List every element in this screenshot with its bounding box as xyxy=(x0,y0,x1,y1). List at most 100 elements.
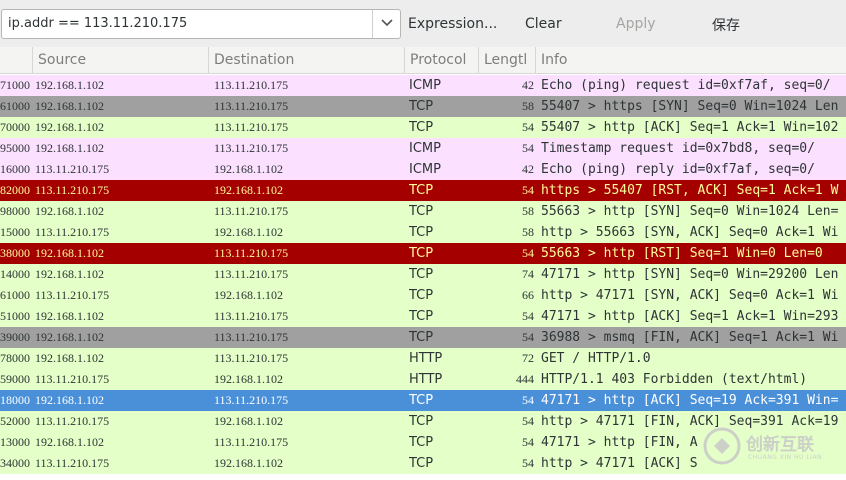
packet-row[interactable]: 61000 113.11.210.175 192.168.1.102 TCP 66 htt… xyxy=(0,285,846,306)
packet-destination-cell: 192.168.1.102 xyxy=(214,288,283,302)
packet-time-cell: 71000 xyxy=(0,78,30,92)
packet-row[interactable]: 59000 113.11.210.175 192.168.1.102 HTTP 444 H… xyxy=(0,369,846,390)
packet-source-cell: 192.168.1.102 xyxy=(35,351,104,365)
packet-destination-cell: 113.11.210.175 xyxy=(214,99,289,113)
packet-row[interactable]: 13000 192.168.1.102 113.11.210.175 TCP 54 471… xyxy=(0,432,846,453)
packet-time-cell: 82000 xyxy=(0,183,30,197)
packet-destination-cell: 192.168.1.102 xyxy=(214,372,283,386)
packet-row[interactable]: 39000 192.168.1.102 113.11.210.175 TCP 54 369… xyxy=(0,327,846,348)
packet-info-cell: 36988 > msmq [FIN, ACK] Seq=1 Ack=1 Wi xyxy=(541,330,839,345)
packet-info-cell: http > 47171 [SYN, ACK] Seq=0 Ack=1 Wi xyxy=(541,288,839,303)
expression-button[interactable]: Expression... xyxy=(408,16,497,32)
packet-destination-cell: 192.168.1.102 xyxy=(214,414,283,428)
packet-protocol-cell: TCP xyxy=(409,246,434,261)
chevron-down-icon xyxy=(381,19,393,27)
packet-time-cell: 78000 xyxy=(0,351,30,365)
packet-length-cell: 54 xyxy=(522,414,534,428)
packet-source-cell: 192.168.1.102 xyxy=(35,141,104,155)
packet-protocol-cell: TCP xyxy=(409,99,434,114)
packet-row[interactable]: 61000 192.168.1.102 113.11.210.175 TCP 58 554… xyxy=(0,96,846,117)
packet-protocol-cell: TCP xyxy=(409,393,434,408)
packet-info-cell: http > 47171 [ACK] S xyxy=(541,456,698,471)
packet-row[interactable]: 18000 192.168.1.102 113.11.210.175 TCP 54 471… xyxy=(0,390,846,411)
packet-row[interactable]: 51000 192.168.1.102 113.11.210.175 TCP 54 471… xyxy=(0,306,846,327)
packet-row[interactable]: 15000 113.11.210.175 192.168.1.102 TCP 58 htt… xyxy=(0,222,846,243)
packet-destination-cell: 113.11.210.175 xyxy=(214,309,289,323)
packet-time-cell: 95000 xyxy=(0,141,30,155)
packet-info-cell: http > 47171 [FIN, ACK] Seq=391 Ack=19 xyxy=(541,414,839,429)
display-filter-text[interactable]: ip.addr == 113.11.210.175 xyxy=(8,16,187,31)
packet-row[interactable]: 16000 113.11.210.175 192.168.1.102 ICMP 42 Ec… xyxy=(0,159,846,180)
packet-protocol-cell: TCP xyxy=(409,267,434,282)
column-header-protocol[interactable]: Protocol xyxy=(405,47,479,73)
packet-row[interactable]: 34000 113.11.210.175 192.168.1.102 TCP 54 htt… xyxy=(0,453,846,474)
packet-protocol-cell: HTTP xyxy=(409,372,443,387)
packet-destination-cell: 113.11.210.175 xyxy=(214,435,289,449)
packet-length-cell: 54 xyxy=(522,435,534,449)
column-header-destination[interactable]: Destination xyxy=(209,47,405,73)
packet-time-cell: 38000 xyxy=(0,246,30,260)
packet-time-cell: 34000 xyxy=(0,456,30,470)
packet-row[interactable]: 82000 113.11.210.175 192.168.1.102 TCP 54 htt… xyxy=(0,180,846,201)
packet-destination-cell: 192.168.1.102 xyxy=(214,183,283,197)
packet-source-cell: 113.11.210.175 xyxy=(35,456,110,470)
packet-time-cell: 52000 xyxy=(0,414,30,428)
clear-button[interactable]: Clear xyxy=(525,16,562,32)
packet-row[interactable]: 95000 192.168.1.102 113.11.210.175 ICMP 54 Ti… xyxy=(0,138,846,159)
packet-length-cell: 54 xyxy=(522,330,534,344)
packet-info-cell: 47171 > http [SYN] Seq=0 Win=29200 Len xyxy=(541,267,839,282)
column-header-time[interactable] xyxy=(0,47,33,73)
packet-protocol-cell: TCP xyxy=(409,225,434,240)
packet-info-cell: 47171 > http [ACK] Seq=19 Ack=391 Win= xyxy=(541,393,839,408)
packet-protocol-cell: TCP xyxy=(409,330,434,345)
packet-protocol-cell: HTTP xyxy=(409,351,443,366)
packet-destination-cell: 113.11.210.175 xyxy=(214,351,289,365)
packet-length-cell: 72 xyxy=(522,351,534,365)
packet-list-header: Source Destination Protocol Lengtl Info xyxy=(0,47,846,74)
packet-destination-cell: 113.11.210.175 xyxy=(214,330,289,344)
packet-list[interactable]: 71000 192.168.1.102 113.11.210.175 ICMP 42 Ec… xyxy=(0,74,846,480)
column-header-info[interactable]: Info xyxy=(536,47,846,73)
packet-source-cell: 192.168.1.102 xyxy=(35,99,104,113)
packet-source-cell: 192.168.1.102 xyxy=(35,393,104,407)
packet-source-cell: 113.11.210.175 xyxy=(35,183,110,197)
packet-row[interactable]: 78000 192.168.1.102 113.11.210.175 HTTP 72 GE… xyxy=(0,348,846,369)
packet-protocol-cell: TCP xyxy=(409,435,434,450)
packet-row[interactable]: 38000 192.168.1.102 113.11.210.175 TCP 54 556… xyxy=(0,243,846,264)
packet-source-cell: 192.168.1.102 xyxy=(35,435,104,449)
packet-info-cell: Echo (ping) reply id=0xf7af, seq=0/ xyxy=(541,162,815,177)
packet-time-cell: 61000 xyxy=(0,99,30,113)
packet-length-cell: 58 xyxy=(522,225,534,239)
packet-protocol-cell: TCP xyxy=(409,120,434,135)
filter-history-dropdown[interactable] xyxy=(372,10,400,38)
packet-row[interactable]: 71000 192.168.1.102 113.11.210.175 ICMP 42 Ec… xyxy=(0,75,846,96)
packet-source-cell: 192.168.1.102 xyxy=(35,267,104,281)
packet-row[interactable]: 14000 192.168.1.102 113.11.210.175 TCP 74 471… xyxy=(0,264,846,285)
packet-length-cell: 66 xyxy=(522,288,534,302)
packet-source-cell: 192.168.1.102 xyxy=(35,78,104,92)
packet-row[interactable]: 52000 113.11.210.175 192.168.1.102 TCP 54 htt… xyxy=(0,411,846,432)
column-header-length[interactable]: Lengtl xyxy=(479,47,536,73)
packet-protocol-cell: TCP xyxy=(409,288,434,303)
packet-source-cell: 192.168.1.102 xyxy=(35,246,104,260)
packet-protocol-cell: TCP xyxy=(409,204,434,219)
packet-info-cell: https > 55407 [RST, ACK] Seq=1 Ack=1 W xyxy=(541,183,839,198)
save-button[interactable]: 保存 xyxy=(712,15,740,35)
column-header-source[interactable]: Source xyxy=(33,47,209,73)
packet-time-cell: 98000 xyxy=(0,204,30,218)
apply-button[interactable]: Apply xyxy=(616,16,656,32)
packet-source-cell: 113.11.210.175 xyxy=(35,225,110,239)
packet-source-cell: 192.168.1.102 xyxy=(35,330,104,344)
filter-toolbar: ip.addr == 113.11.210.175 Expression... … xyxy=(0,0,846,47)
packet-destination-cell: 113.11.210.175 xyxy=(214,78,289,92)
packet-row[interactable]: 70000 192.168.1.102 113.11.210.175 TCP 54 554… xyxy=(0,117,846,138)
packet-info-cell: 55663 > http [RST] Seq=1 Win=0 Len=0 xyxy=(541,246,823,261)
display-filter-input[interactable]: ip.addr == 113.11.210.175 xyxy=(1,9,401,39)
packet-destination-cell: 113.11.210.175 xyxy=(214,267,289,281)
packet-time-cell: 13000 xyxy=(0,435,30,449)
packet-info-cell: Echo (ping) request id=0xf7af, seq=0/ xyxy=(541,78,831,93)
packet-row[interactable]: 98000 192.168.1.102 113.11.210.175 TCP 58 556… xyxy=(0,201,846,222)
packet-source-cell: 192.168.1.102 xyxy=(35,120,104,134)
packet-info-cell: Timestamp request id=0x7bd8, seq=0/ xyxy=(541,141,815,156)
packet-info-cell: GET / HTTP/1.0 xyxy=(541,351,651,366)
